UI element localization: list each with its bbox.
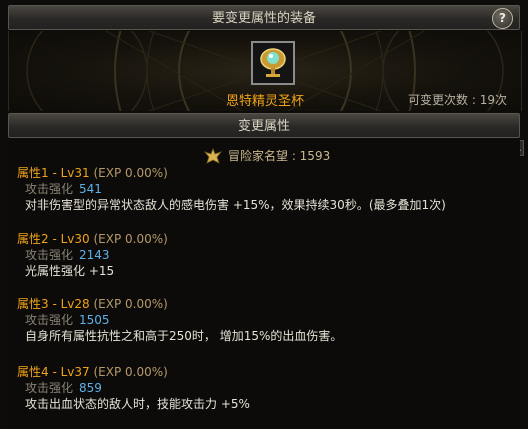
property-level: 属性2 - Lv30	[17, 232, 90, 246]
property-list: 冒险家名望 : 1593 属性1 - Lv31 (EXP 0.00%) 攻击强化…	[8, 139, 520, 429]
property-exp: (EXP 0.00%)	[93, 166, 168, 180]
window-title: 要变更属性的装备	[211, 11, 316, 26]
help-button[interactable]: ?	[492, 8, 513, 29]
equipment-property-change-window: 要变更属性的装备 ? 恩特精灵圣杯 可变更次数 : 19次 变更属性 冒险家名望…	[0, 0, 528, 429]
property-exp: (EXP 0.00%)	[93, 297, 168, 311]
item-display-panel: 恩特精灵圣杯 可变更次数 : 19次	[8, 31, 522, 111]
item-slot[interactable]	[251, 41, 295, 85]
window-title-bar: 要变更属性的装备 ?	[8, 5, 520, 30]
stat-label: 攻击强化	[25, 248, 74, 262]
property-entry-4[interactable]: 属性4 - Lv37 (EXP 0.00%) 攻击强化 859 攻击出血状态的敌人…	[17, 364, 250, 412]
property-stat: 攻击强化 1505	[17, 312, 342, 328]
property-entry-3[interactable]: 属性3 - Lv28 (EXP 0.00%) 攻击强化 1505 自身所有属性抗性…	[17, 296, 342, 344]
stat-value: 1505	[79, 313, 110, 327]
change-section-title-bar: 变更属性	[8, 113, 520, 138]
property-header: 属性1 - Lv31 (EXP 0.00%)	[17, 165, 446, 181]
property-stat: 攻击强化 859	[17, 380, 250, 396]
property-level: 属性1 - Lv31	[17, 166, 90, 180]
stat-value: 541	[79, 182, 102, 196]
stat-value: 859	[79, 381, 102, 395]
property-entry-2[interactable]: 属性2 - Lv30 (EXP 0.00%) 攻击强化 2143 光属性强化 +1…	[17, 231, 168, 279]
property-header: 属性3 - Lv28 (EXP 0.00%)	[17, 296, 342, 312]
grail-icon	[253, 43, 293, 83]
change-section-title: 变更属性	[237, 119, 290, 134]
property-exp: (EXP 0.00%)	[93, 365, 168, 379]
property-entry-1[interactable]: 属性1 - Lv31 (EXP 0.00%) 攻击强化 541 对非伤害型的异常状…	[17, 165, 446, 213]
property-stat: 攻击强化 2143	[17, 247, 168, 263]
property-level: 属性4 - Lv37	[17, 365, 90, 379]
property-exp: (EXP 0.00%)	[93, 232, 168, 246]
stat-label: 攻击强化	[25, 313, 74, 327]
property-level: 属性3 - Lv28	[17, 297, 90, 311]
property-description: 自身所有属性抗性之和高于250时， 增加15%的出血伤害。	[25, 329, 343, 343]
property-description: 攻击出血状态的敌人时，技能攻击力 +5%	[25, 397, 250, 411]
reputation-label: 冒险家名望 : 1593	[228, 149, 331, 163]
stat-label: 攻击强化	[25, 182, 74, 196]
remaining-changes: 可变更次数 : 19次	[408, 93, 507, 107]
property-description: 光属性强化 +15	[25, 264, 115, 278]
property-stat: 攻击强化 541	[17, 181, 446, 197]
stat-value: 2143	[79, 248, 110, 262]
stat-label: 攻击强化	[25, 381, 74, 395]
property-description: 对非伤害型的异常状态敌人的感电伤害 +15%，效果持续30秒。(最多叠加1次)	[25, 198, 446, 212]
property-header: 属性2 - Lv30 (EXP 0.00%)	[17, 231, 168, 247]
crest-icon	[204, 148, 222, 164]
reputation-row: 冒险家名望 : 1593	[204, 147, 330, 165]
property-header: 属性4 - Lv37 (EXP 0.00%)	[17, 364, 250, 380]
